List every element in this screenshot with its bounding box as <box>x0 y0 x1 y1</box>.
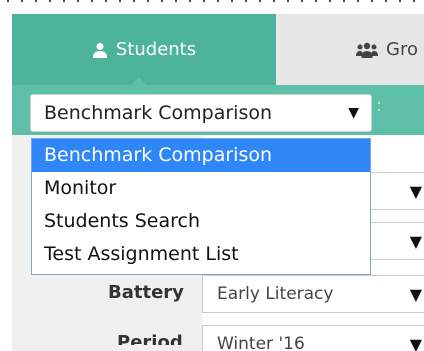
user-icon <box>92 42 108 58</box>
top-dotted-border <box>0 0 424 14</box>
tab-students[interactable]: Students <box>12 14 276 86</box>
battery-select-value: Early Literacy <box>217 284 334 304</box>
tab-bar: Students Gro <box>12 14 424 86</box>
left-gutter <box>0 14 12 351</box>
period-select[interactable]: Winter '16 ▼ <box>202 325 424 351</box>
chevron-down-icon: ▼ <box>409 285 422 304</box>
report-type-select[interactable]: Benchmark Comparison ▼ <box>30 94 372 132</box>
group-icon <box>356 42 378 58</box>
dropdown-option-students-search[interactable]: Students Search <box>32 205 370 238</box>
report-type-dropdown: Benchmark Comparison Monitor Students Se… <box>31 138 371 275</box>
battery-label: Battery <box>108 282 184 303</box>
report-bar-colon: : <box>376 95 383 116</box>
dropdown-option-test-assignment-list[interactable]: Test Assignment List <box>32 238 370 271</box>
chevron-down-icon: ▼ <box>409 182 422 201</box>
tab-groups[interactable]: Gro <box>276 14 424 85</box>
tab-students-label: Students <box>115 39 197 60</box>
caret-down-icon: ▼ <box>348 105 359 121</box>
period-select-value: Winter '16 <box>217 334 305 351</box>
dropdown-option-monitor[interactable]: Monitor <box>32 172 370 205</box>
report-type-select-value: Benchmark Comparison <box>44 102 273 124</box>
battery-select[interactable]: Early Literacy ▼ <box>202 275 424 313</box>
tab-groups-label: Gro <box>386 39 418 60</box>
chevron-down-icon: ▼ <box>409 335 422 351</box>
dropdown-option-benchmark-comparison[interactable]: Benchmark Comparison <box>32 139 370 172</box>
chevron-down-icon: ▼ <box>409 232 422 251</box>
